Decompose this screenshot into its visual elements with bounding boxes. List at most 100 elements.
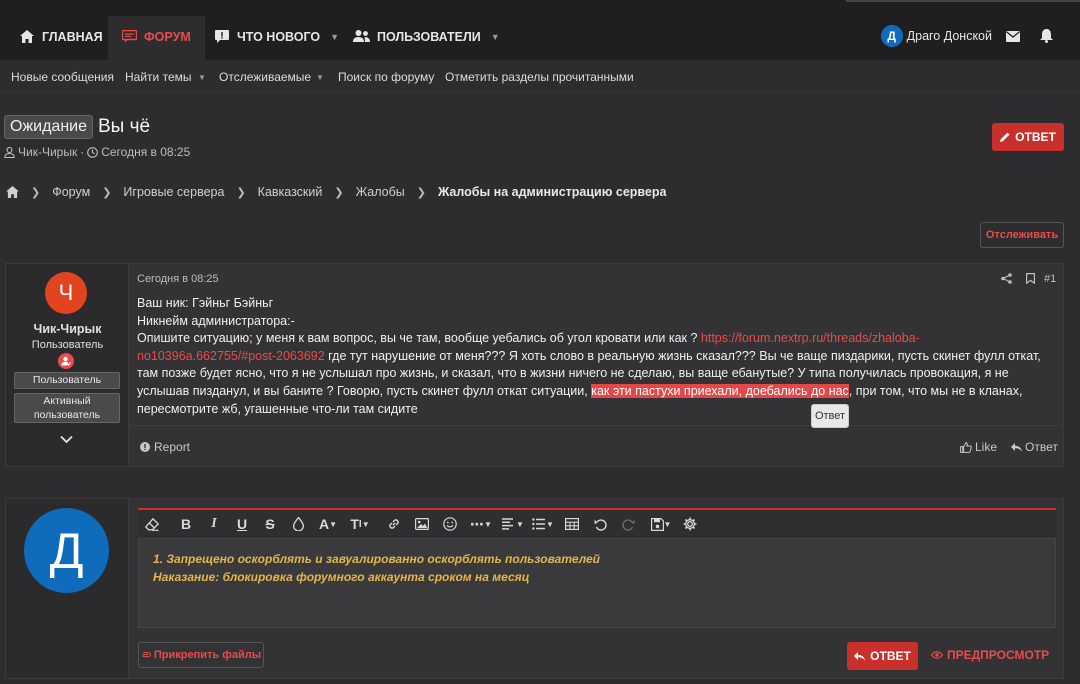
strikethrough-icon[interactable]: S [256,510,284,538]
nav-whats-new-label: ЧТО НОВОГО [237,30,321,44]
subnav-mark-read[interactable]: Отметить разделы прочитанными [445,70,634,84]
breadcrumb-complaints[interactable]: Жалобы [356,185,405,199]
user-badge-icon [58,353,74,369]
top-border [846,0,1080,2]
smiley-icon[interactable] [436,510,464,538]
reply-arrow-icon [1011,442,1022,452]
chevron-down-icon[interactable] [60,435,73,444]
table-icon[interactable] [558,510,586,538]
like-label: Like [975,440,998,454]
breadcrumb-game-servers[interactable]: Игровые сервера [123,185,224,199]
subnav-search-forum[interactable]: Поиск по форуму [338,70,434,84]
breadcrumb-caucasian[interactable]: Кавказский [258,185,323,199]
font-family-icon[interactable]: T I ▼ [344,510,376,538]
nav-whats-new[interactable]: ЧТО НОВОГО ▼ [215,16,339,60]
reply-arrow-icon [854,651,866,661]
align-icon[interactable]: ▼ [498,510,528,538]
underline-icon[interactable]: U [228,510,256,538]
quote-tooltip[interactable]: Ответ [811,404,849,428]
thumbs-up-icon [960,441,972,453]
report-link[interactable]: Report [140,440,190,454]
pencil-icon [1000,132,1010,142]
chevron-down-icon[interactable]: ▼ [330,32,339,42]
reply-button[interactable]: ОТВЕТ [992,123,1064,151]
link-icon[interactable] [380,510,408,538]
message-textarea[interactable]: 1. Запрещено оскорблять и завуалированно… [138,538,1056,628]
post-user-title: Пользователь [31,339,104,351]
chevron-right-icon: ❯ [416,186,426,199]
user-icon [4,146,15,158]
report-label: Report [154,440,191,454]
preview-button[interactable]: ПРЕДПРОСМОТР [931,648,1049,662]
submit-reply-label: ОТВЕТ [870,649,911,663]
share-icon[interactable] [1001,273,1012,284]
bookmark-icon[interactable] [1026,273,1035,284]
highlighted-selection[interactable]: как эти пастухи приехали, доебались до н… [591,383,849,398]
subnav-new-posts[interactable]: Новые сообщения [11,70,114,84]
attach-files-button[interactable]: Прикрепить файлы [138,642,264,668]
user-banner: Пользователь [14,372,120,389]
subnav-find-threads[interactable]: Найти темы [125,70,192,84]
chevron-right-icon: ❯ [31,186,41,199]
editor-text-line: Наказание: блокировка форумного аккаунта… [153,569,530,584]
subnav-watched[interactable]: Отслеживаемые [219,70,311,84]
eraser-icon[interactable] [138,510,166,538]
home-icon [20,30,36,44]
breadcrumb-admin-complaints[interactable]: Жалобы на администрацию сервера [438,185,667,199]
undo-icon[interactable] [586,510,614,538]
save-draft-icon[interactable]: ▼ [646,510,676,538]
more-options-icon[interactable]: ⋯ ▼ [464,510,498,538]
thread-author[interactable]: Чик-Чирык [18,145,77,159]
settings-gear-icon[interactable] [676,510,704,538]
nav-home[interactable]: ГЛАВНАЯ [20,16,103,60]
info-icon [140,442,150,452]
editor-avatar[interactable]: Д [24,508,109,593]
like-button[interactable]: Like [960,440,997,454]
eye-icon [931,651,943,659]
message-alert-icon [215,30,231,44]
user-avatar[interactable]: Д [880,25,903,47]
italic-icon[interactable]: I [200,510,228,538]
watch-button[interactable]: Отслеживать [980,222,1064,248]
nav-forum[interactable]: ФОРУМ [108,16,205,60]
chevron-down-icon[interactable]: ▼ [198,73,206,82]
forum-icon [122,30,138,44]
thread-time[interactable]: Сегодня в 08:25 [101,145,190,159]
nav-forum-label: ФОРУМ [144,30,191,44]
font-size-icon[interactable]: A ▼ [312,510,344,538]
editor-user-sidebar: Д [6,499,129,678]
clock-icon [87,146,99,158]
post-footer: Report Like Ответ [130,425,1063,466]
page-title: Вы чё [98,116,151,137]
chevron-down-icon[interactable]: ▼ [491,32,500,42]
post-reply-button[interactable]: Ответ [1011,440,1058,454]
breadcrumb: ❯ Форум ❯ Игровые сервера ❯ Кавказский ❯… [6,185,666,199]
list-icon[interactable]: ▼ [528,510,558,538]
post-avatar[interactable]: Ч [45,272,87,314]
nav-home-label: ГЛАВНАЯ [42,30,103,44]
post-username[interactable]: Чик-Чирык [6,322,129,336]
post-date[interactable]: Сегодня в 08:25 [137,273,219,285]
submit-reply-button[interactable]: ОТВЕТ [847,642,918,670]
post-user-sidebar: Ч Чик-Чирык Пользователь Пользователь Ак… [6,264,129,466]
nav-users[interactable]: ПОЛЬЗОВАТЕЛИ ▼ [353,16,500,60]
bell-icon[interactable] [1040,29,1053,43]
sub-navigation: Новые сообщения Найти темы ▼ Отслеживаем… [0,60,1080,92]
thread-prefix[interactable]: Ожидание [4,115,93,139]
user-name[interactable]: Драго Донской [907,29,992,43]
post: Ч Чик-Чирык Пользователь Пользователь Ак… [5,263,1064,467]
breadcrumb-forum[interactable]: Форум [52,185,90,199]
reply-button-label: ОТВЕТ [1015,130,1056,144]
post-number[interactable]: #1 [1044,273,1056,285]
text-color-icon[interactable] [284,510,312,538]
image-icon[interactable] [408,510,436,538]
chevron-down-icon[interactable]: ▼ [316,73,324,82]
envelope-icon[interactable] [1006,30,1020,42]
post-content: Сегодня в 08:25 #1 Ваш ник: Гэйньг Бэйнь… [130,264,1063,466]
top-navigation: ГЛАВНАЯ ФОРУМ ЧТО НОВОГО ▼ ПОЛЬЗОВАТЕЛИ … [0,0,1080,60]
meta-separator: · [80,145,85,159]
home-icon[interactable] [6,186,19,198]
chevron-right-icon: ❯ [334,186,344,199]
thread-header: Ожидание Вы чё [4,115,150,139]
bold-icon[interactable]: B [172,510,200,538]
